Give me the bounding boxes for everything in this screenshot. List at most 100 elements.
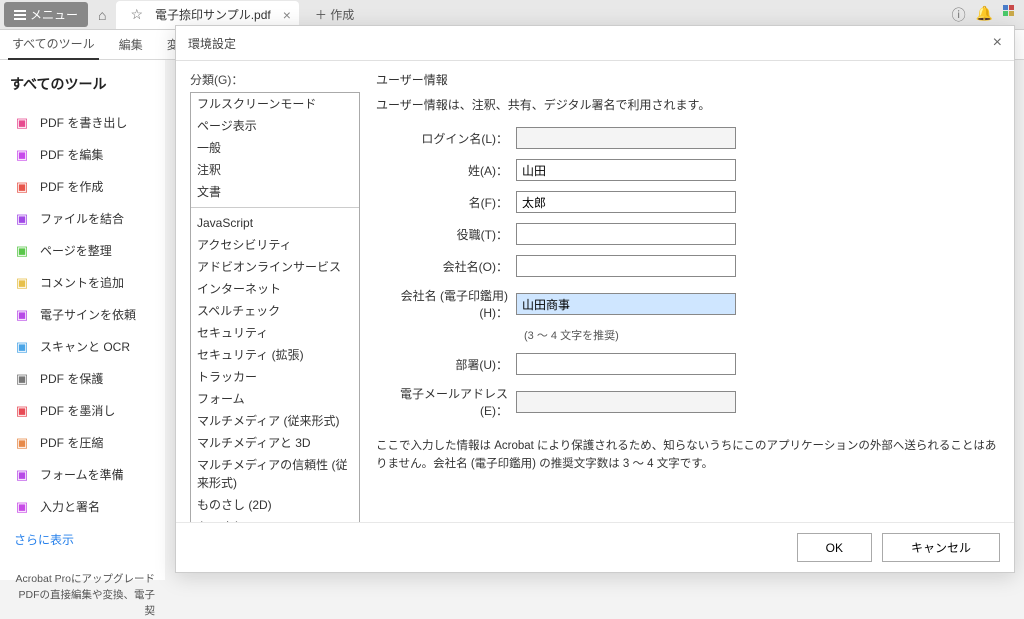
sidebar-item-label: ページを整理 [40,242,112,259]
company-seal-label: 会社名 (電子印鑑用)(H)： [376,287,516,321]
tool-icon: ▣ [14,339,30,355]
menu-button[interactable]: メニュー [4,2,88,27]
category-item[interactable]: インターネット [191,278,359,300]
sidebar-item[interactable]: ▣ スキャンと OCR [10,332,155,361]
menu-label: メニュー [30,6,78,23]
lastname-input[interactable] [516,159,736,181]
tool-icon: ▣ [14,403,30,419]
apps-icon[interactable] [1003,5,1014,25]
category-item[interactable]: 注釈 [191,159,359,181]
category-item[interactable]: マルチメディアの信頼性 (従来形式) [191,454,359,494]
category-item[interactable]: JavaScript [191,212,359,234]
tab-all-tools[interactable]: すべてのツール [8,29,99,60]
category-item[interactable]: 一般 [191,137,359,159]
company-label: 会社名(O)： [376,258,516,275]
sidebar-item[interactable]: ▣ フォームを準備 [10,460,155,489]
help-icon[interactable]: ⓘ [952,5,966,25]
company-seal-input[interactable] [516,293,736,315]
category-item[interactable]: セキュリティ (拡張) [191,344,359,366]
email-input [516,391,736,413]
sidebar-item[interactable]: ▣ファイルを結合 [10,204,155,233]
preferences-dialog: 環境設定 × 分類(G)： フルスクリーンモードページ表示一般注釈文書JavaS… [175,25,1015,573]
company-input[interactable] [516,255,736,277]
sidebar: すべてのツール ▣ PDF を書き出し ▣ PDF を編集 ▣ PDF を作成 ▣ファイルを… [0,60,165,580]
ok-button[interactable]: OK [797,533,872,562]
tool-icon: ▣ [14,179,30,195]
category-item[interactable]: マルチメディアと 3D [191,432,359,454]
plus-icon: ＋ [315,8,330,22]
tool-icon: ▣ [14,243,30,259]
sidebar-item[interactable]: ▣ ページを整理 [10,236,155,265]
sidebar-item[interactable]: ▣ PDF を編集 [10,140,155,169]
login-label: ログイン名(L)： [376,130,516,147]
dialog-footer: OK キャンセル [176,522,1014,572]
sidebar-item-label: PDF を墨消し [40,402,115,419]
form-heading: ユーザー情報 [376,71,1000,88]
tool-icon: ▣ [14,307,30,323]
sidebar-item[interactable]: ▣ 電子サインを依頼 [10,300,155,329]
sidebar-item[interactable]: ▣ PDF を墨消し [10,396,155,425]
form-note: ここで入力した情報は Acrobat により保護されるため、知らないうちにこのア… [376,437,1000,474]
sidebar-item-label: PDF を保護 [40,370,103,387]
title-label: 役職(T)： [376,226,516,243]
sidebar-item-label: PDF を圧縮 [40,434,103,451]
tool-icon: ▣ [14,147,30,163]
sidebar-item[interactable]: ▣ PDF を作成 [10,172,155,201]
lastname-label: 姓(A)： [376,162,516,179]
sidebar-item[interactable]: ▣ PDF を書き出し [10,108,155,137]
category-item[interactable]: トラッカー [191,366,359,388]
create-button[interactable]: ＋ 作成 [305,3,364,26]
dialog-close-icon[interactable]: × [993,34,1002,52]
category-item[interactable]: マルチメディア (従来形式) [191,410,359,432]
sidebar-item-label: 電子サインを依頼 [40,306,136,323]
sidebar-item-label: PDF を編集 [40,146,103,163]
category-item[interactable]: セキュリティ [191,322,359,344]
sidebar-item-label: フォームを準備 [40,466,124,483]
hamburger-icon [14,10,26,20]
category-item[interactable]: ページ表示 [191,115,359,137]
dept-label: 部署(U)： [376,356,516,373]
sidebar-item[interactable]: ▣PDF を圧縮 [10,428,155,457]
category-item[interactable]: フルスクリーンモード [191,93,359,115]
sidebar-item-label: PDF を書き出し [40,114,127,131]
dialog-titlebar: 環境設定 × [176,26,1014,61]
tool-icon: ▣ [14,211,30,227]
firstname-input[interactable] [516,191,736,213]
title-input[interactable] [516,223,736,245]
tool-icon: ▣ [14,499,30,515]
category-list[interactable]: フルスクリーンモードページ表示一般注釈文書 JavaScriptアクセシビリティア… [190,92,360,522]
star-icon[interactable]: ☆ [130,6,143,23]
sidebar-item[interactable]: ▣ 入力と署名 [10,492,155,521]
tool-icon: ▣ [14,275,30,291]
category-item[interactable]: スペルチェック [191,300,359,322]
tab-title: 電子捺印サンプル.pdf [155,6,271,23]
category-item[interactable]: フォーム [191,388,359,410]
sidebar-item-label: スキャンと OCR [40,338,130,355]
category-item[interactable]: 文書 [191,181,359,203]
sidebar-item-label: PDF を作成 [40,178,103,195]
company-seal-hint: (3 〜 4 文字を推奨) [524,327,1000,343]
cancel-button[interactable]: キャンセル [882,533,1000,562]
bell-icon[interactable]: 🔔 [976,5,993,25]
tool-icon: ▣ [14,115,30,131]
tool-icon: ▣ [14,371,30,387]
category-item[interactable]: アドビオンラインサービス [191,256,359,278]
tool-icon: ▣ [14,467,30,483]
dialog-title-text: 環境設定 [188,35,236,52]
close-icon[interactable]: × [283,7,291,23]
home-icon[interactable]: ⌂ [98,7,106,23]
sidebar-heading: すべてのツール [10,74,155,94]
dept-input[interactable] [516,353,736,375]
form-desc: ユーザー情報は、注釈、共有、デジタル署名で利用されます。 [376,96,1000,113]
sidebar-item-label: コメントを追加 [40,274,124,291]
sidebar-item[interactable]: ▣ PDF を保護 [10,364,155,393]
category-item[interactable]: アクセシビリティ [191,234,359,256]
category-item[interactable]: ものさし (2D) [191,494,359,516]
sidebar-item-label: 入力と署名 [40,498,100,515]
promo-text: Acrobat Proにアップグレード PDFの直接編集や変換、電子契 [10,572,155,619]
firstname-label: 名(F)： [376,194,516,211]
sidebar-more[interactable]: さらに表示 [10,527,155,552]
sidebar-item[interactable]: ▣ コメントを追加 [10,268,155,297]
tab-edit[interactable]: 編集 [115,30,147,59]
login-input [516,127,736,149]
